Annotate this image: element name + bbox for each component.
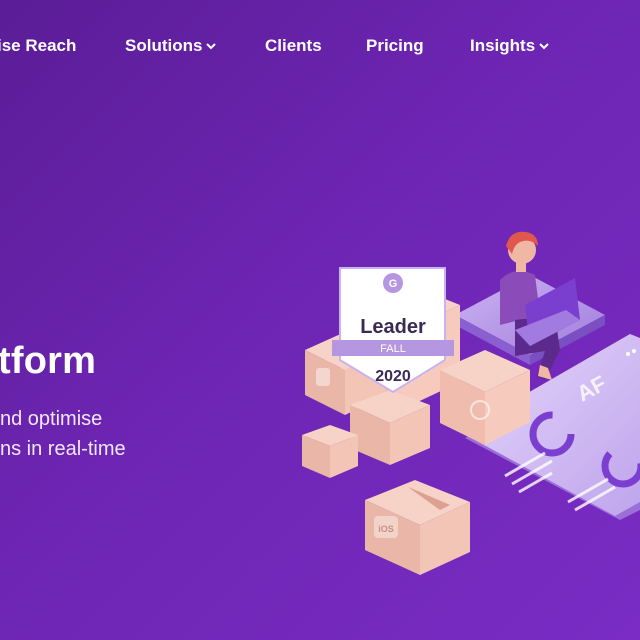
nav-item-label: Insights (470, 36, 536, 55)
hero-subtitle-line-2: ns in real-time (0, 438, 126, 460)
top-navigation: ise Reach Solutions Clients Pricing Insi… (0, 36, 640, 64)
chevron-down-icon (539, 43, 549, 50)
badge-season: FALL (380, 343, 406, 355)
badge-title: Leader (360, 316, 426, 338)
nav-item-label: Clients (265, 36, 322, 55)
nav-item-insights[interactable]: Insights (470, 36, 549, 56)
nav-item-enterprise-reach[interactable]: ise Reach (0, 36, 76, 56)
hero-subtitle-line-1: nd optimise (0, 408, 103, 430)
tag-icon (316, 368, 330, 386)
box-label: iOS (378, 524, 394, 534)
svg-text:G: G (389, 278, 398, 290)
nav-item-pricing[interactable]: Pricing (366, 36, 424, 56)
nav-item-label: Solutions (125, 36, 203, 55)
nav-item-clients[interactable]: Clients (265, 36, 322, 56)
hero-title: tform (0, 340, 97, 382)
badge-year: 2020 (375, 368, 411, 385)
nav-item-solutions[interactable]: Solutions (125, 36, 217, 56)
hero-subtitle: nd optimise ns in real-time (0, 404, 126, 464)
chevron-down-icon (206, 43, 217, 50)
hero-illustration: AF iOS G Leader FALL 2020 (302, 231, 640, 575)
nav-item-label: ise Reach (0, 36, 77, 55)
nav-item-label: Pricing (366, 36, 424, 55)
